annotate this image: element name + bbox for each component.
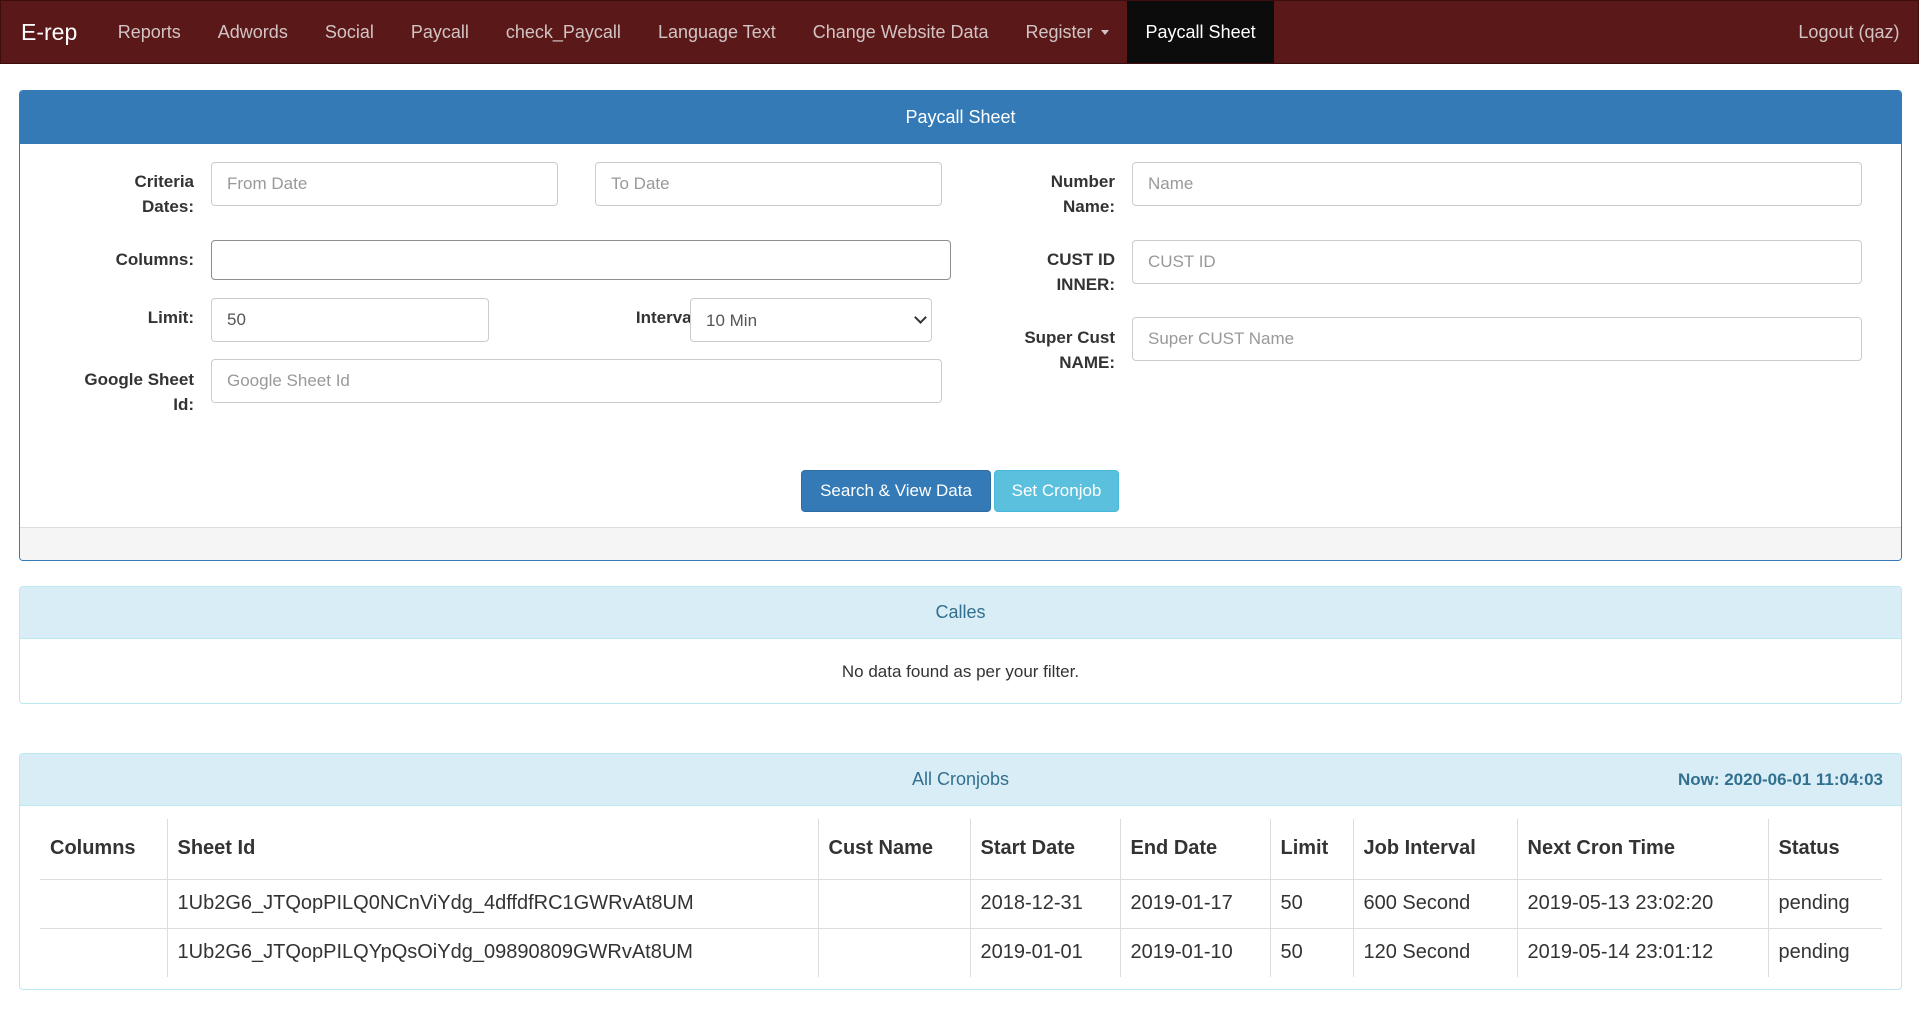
columns-label: Columns:	[115, 250, 194, 269]
from-date-input[interactable]	[211, 162, 558, 206]
col-header-status[interactable]: Status	[1767, 819, 1882, 880]
set-cronjob-button[interactable]: Set Cronjob	[994, 470, 1119, 512]
number-name-label: Number Name:	[980, 169, 1115, 219]
col-header-start-date[interactable]: Start Date	[969, 819, 1120, 880]
interval-select[interactable]: 10 Min	[690, 298, 932, 342]
nav-check-paycall[interactable]: check_Paycall	[487, 1, 639, 63]
limit-input[interactable]	[211, 298, 489, 342]
calles-panel: Calles No data found as per your filter.	[19, 586, 1902, 704]
no-data-message: No data found as per your filter.	[841, 662, 1080, 681]
table-row: 1Ub2G6_JTQopPILQ0NCnViYdg_4dffdfRC1GWRvA…	[40, 878, 1882, 928]
nav-change-website-data[interactable]: Change Website Data	[794, 1, 1007, 63]
cronjobs-heading: All Cronjobs Now: 2020-06-01 11:04:03	[20, 754, 1901, 806]
google-sheet-id-label-line1: Google Sheet	[84, 370, 194, 389]
cust-id-label-line1: CUST ID	[1047, 250, 1115, 269]
col-header-next-cron-time[interactable]: Next Cron Time	[1516, 819, 1768, 880]
cronjobs-title: All Cronjobs	[911, 769, 1010, 789]
super-cust-label-line1: Super Cust	[1024, 328, 1115, 347]
search-view-data-button[interactable]: Search & View Data	[801, 470, 991, 512]
super-cust-name-label: Super Cust NAME:	[980, 325, 1115, 375]
calles-title: Calles	[20, 587, 1901, 639]
col-header-columns[interactable]: Columns	[40, 819, 167, 880]
google-sheet-id-label: Google Sheet Id:	[40, 367, 194, 417]
criteria-dates-label-line2: Dates:	[142, 197, 194, 216]
cronjobs-panel: All Cronjobs Now: 2020-06-01 11:04:03 Co…	[19, 753, 1902, 990]
cell-columns	[40, 927, 167, 977]
interval-label: Interval:	[635, 308, 702, 327]
cell-start-date: 2018-12-31	[969, 878, 1120, 928]
cell-next-cron-time: 2019-05-14 23:01:12	[1516, 927, 1768, 977]
caret-down-icon	[1100, 29, 1109, 35]
limit-label: Limit:	[147, 308, 194, 327]
col-header-job-interval[interactable]: Job Interval	[1352, 819, 1517, 880]
nav-social[interactable]: Social	[306, 1, 392, 63]
col-header-limit[interactable]: Limit	[1269, 819, 1353, 880]
cell-cust-name	[817, 927, 970, 977]
criteria-dates-label: Criteria Dates:	[50, 169, 194, 219]
brand-logo[interactable]: E-rep	[1, 1, 99, 63]
cell-job-interval: 600 Second	[1352, 878, 1517, 928]
cell-end-date: 2019-01-17	[1119, 878, 1270, 928]
nav-reports[interactable]: Reports	[99, 1, 199, 63]
paycall-sheet-panel: Paycall Sheet Criteria Dates: Columns: L…	[19, 90, 1902, 561]
cell-status: pending	[1767, 927, 1882, 977]
cell-sheet-id: 1Ub2G6_JTQopPILQ0NCnViYdg_4dffdfRC1GWRvA…	[166, 878, 818, 928]
cell-cust-name	[817, 878, 970, 928]
cell-sheet-id: 1Ub2G6_JTQopPILQYpQsOiYdg_09890809GWRvAt…	[166, 927, 818, 977]
cell-limit: 50	[1269, 878, 1353, 928]
current-time: Now: 2020-06-01 11:04:03	[1677, 770, 1883, 789]
nav-paycall-sheet[interactable]: Paycall Sheet	[1127, 1, 1275, 63]
col-header-end-date[interactable]: End Date	[1119, 819, 1270, 880]
table-header-row: Columns Sheet Id Cust Name Start Date En…	[40, 819, 1882, 880]
nav-adwords[interactable]: Adwords	[199, 1, 306, 63]
nav-paycall[interactable]: Paycall	[392, 1, 487, 63]
cell-status: pending	[1767, 878, 1882, 928]
cell-limit: 50	[1269, 927, 1353, 977]
super-cust-name-input[interactable]	[1132, 317, 1862, 361]
to-date-input[interactable]	[595, 162, 942, 206]
number-name-label-line2: Name:	[1063, 197, 1115, 216]
super-cust-label-line2: NAME:	[1059, 353, 1115, 372]
criteria-dates-label-line1: Criteria	[134, 172, 194, 191]
cronjobs-table: Columns Sheet Id Cust Name Start Date En…	[40, 819, 1882, 977]
cust-id-inner-label: CUST ID INNER:	[980, 247, 1115, 297]
nav-register-dropdown[interactable]: Register	[1007, 1, 1127, 63]
cell-end-date: 2019-01-10	[1119, 927, 1270, 977]
col-header-cust-name[interactable]: Cust Name	[817, 819, 970, 880]
nav-register-label: Register	[1025, 21, 1093, 42]
cell-start-date: 2019-01-01	[969, 927, 1120, 977]
nav-language-text[interactable]: Language Text	[639, 1, 794, 63]
cell-next-cron-time: 2019-05-13 23:02:20	[1516, 878, 1768, 928]
google-sheet-id-input[interactable]	[211, 359, 942, 403]
col-header-sheet-id[interactable]: Sheet Id	[166, 819, 818, 880]
logout-link[interactable]: Logout (qaz)	[1780, 1, 1918, 63]
google-sheet-id-label-line2: Id:	[173, 395, 194, 414]
number-name-label-line1: Number	[1050, 172, 1115, 191]
top-navbar: E-rep Reports Adwords Social Paycall che…	[0, 0, 1919, 64]
cell-job-interval: 120 Second	[1352, 927, 1517, 977]
columns-input[interactable]	[211, 240, 951, 280]
cust-id-input[interactable]	[1132, 240, 1862, 284]
form-footer	[20, 527, 1901, 560]
name-input[interactable]	[1132, 162, 1862, 206]
cell-columns	[40, 878, 167, 928]
cust-id-label-line2: INNER:	[1056, 275, 1115, 294]
table-row: 1Ub2G6_JTQopPILQYpQsOiYdg_09890809GWRvAt…	[40, 927, 1882, 977]
panel-title: Paycall Sheet	[20, 91, 1901, 144]
